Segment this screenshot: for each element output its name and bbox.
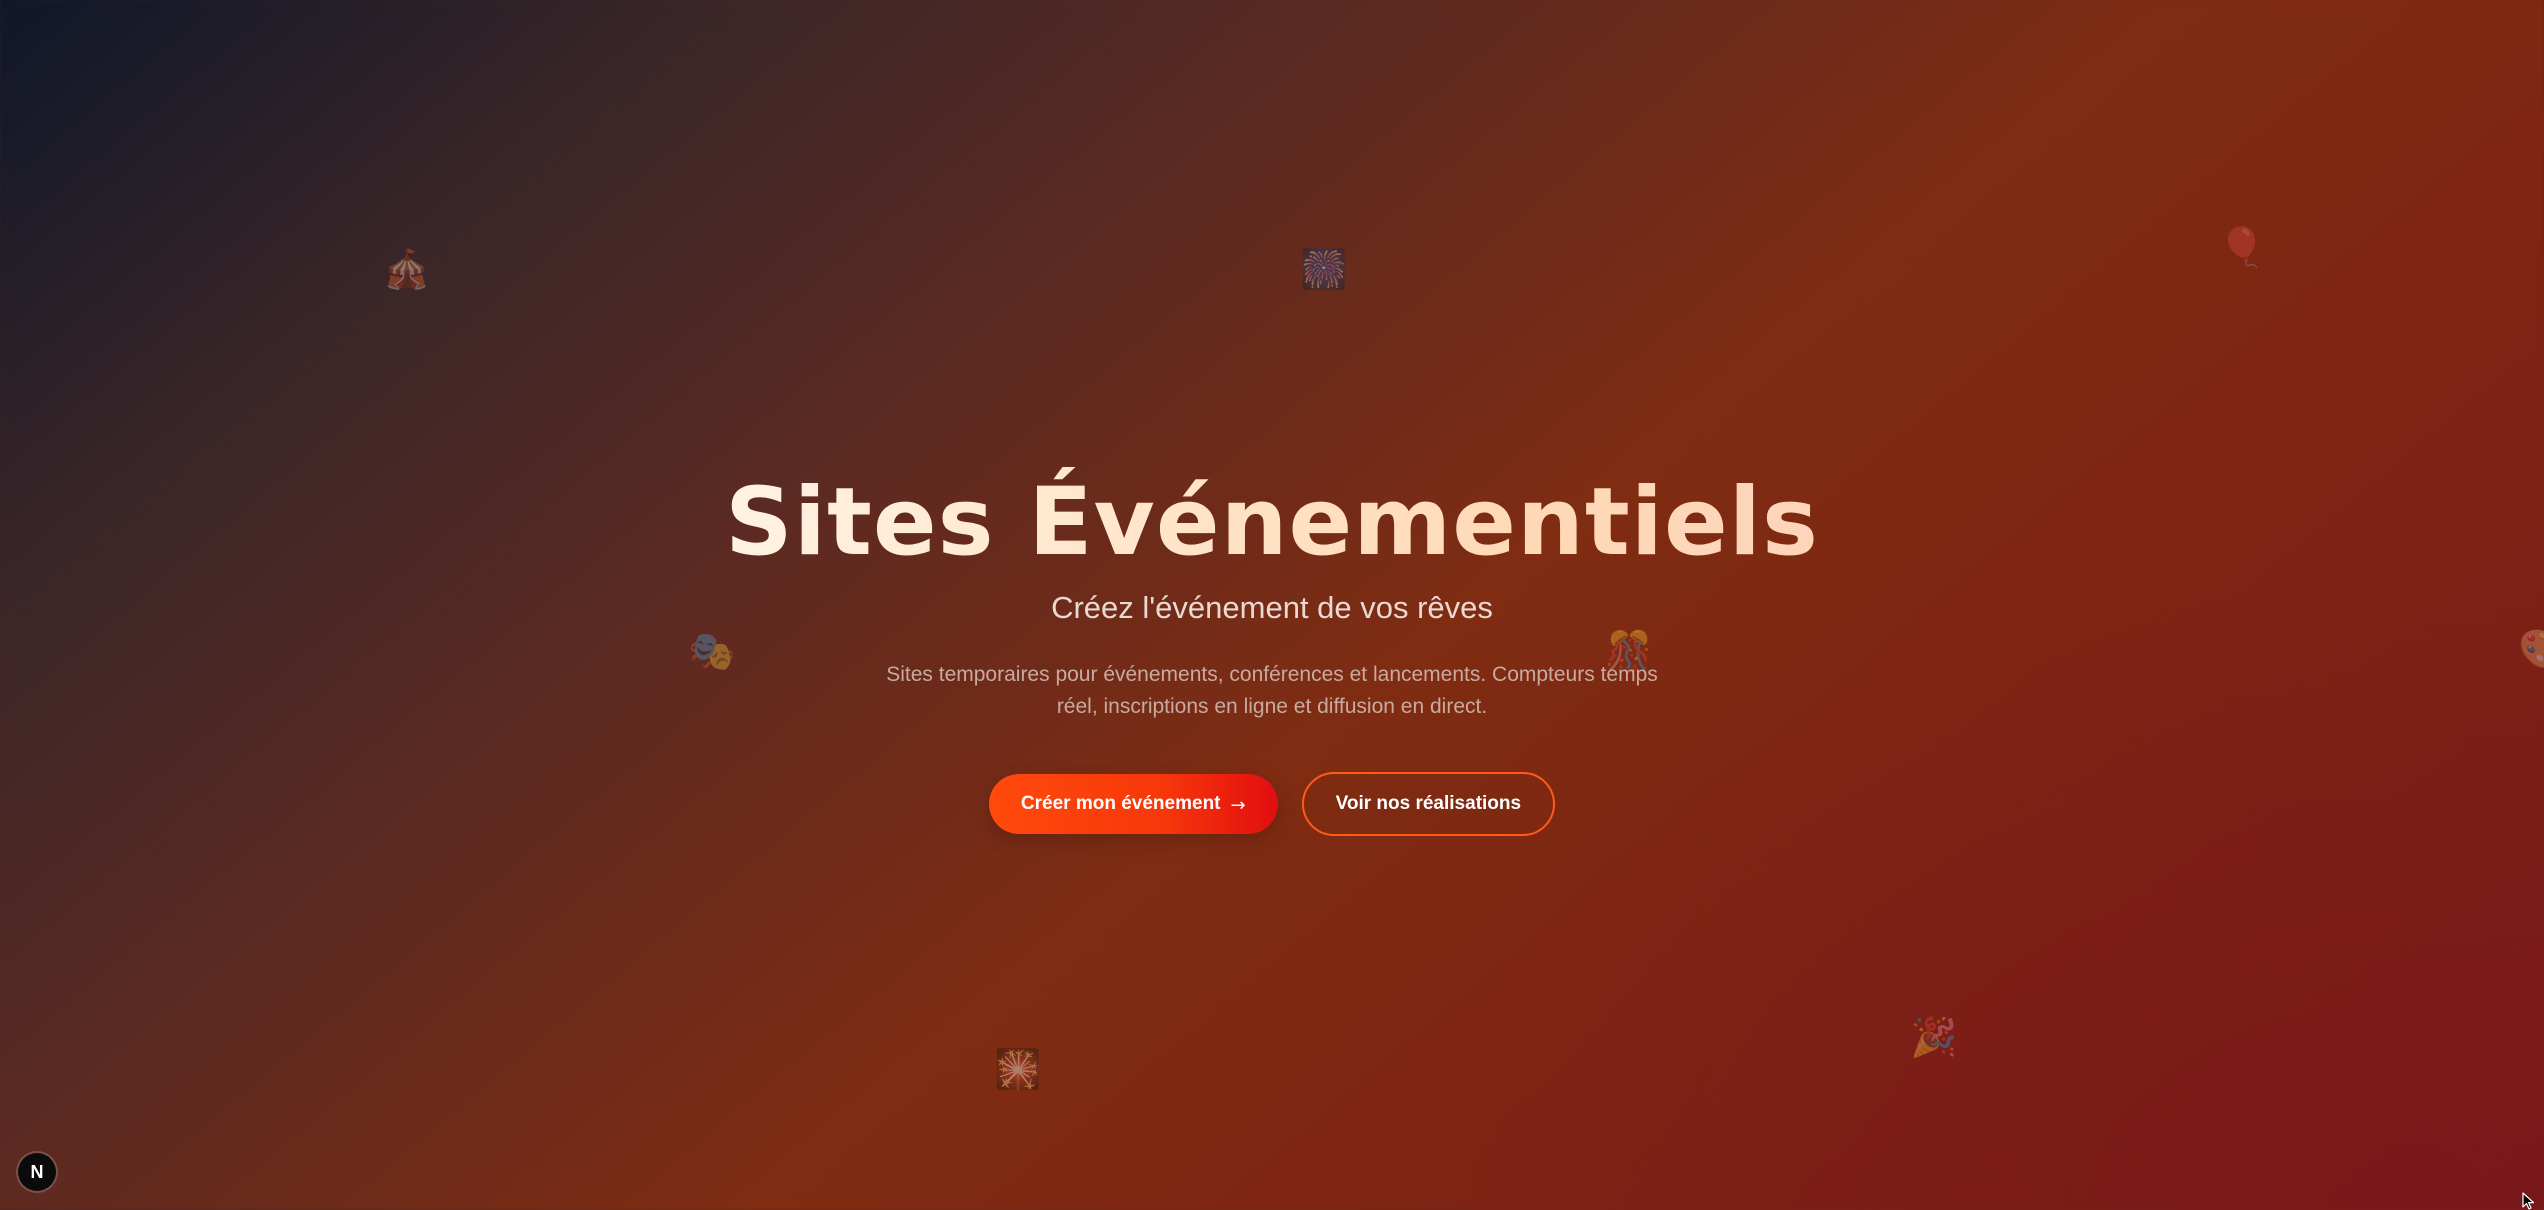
create-event-button[interactable]: Créer mon événement → [988, 774, 1278, 834]
circus-tent-icon: 🎪 [383, 247, 431, 291]
palette-icon: 🎨 [2518, 627, 2544, 671]
page-title: Sites Événementiels [0, 458, 2544, 588]
create-event-button-label: Créer mon événement [1020, 793, 1221, 814]
cta-group: Créer mon événement → Voir nos réalisati… [0, 772, 2544, 836]
hero-section: 🎪 🎆 🎈 🎭 🎊 🎨 🎇 🎉 Sites Événementiels Crée… [0, 0, 2544, 1210]
arrow-right-icon: → [1230, 794, 1246, 816]
party-popper-icon: 🎉 [1910, 1015, 1958, 1059]
mouse-cursor-icon [2522, 1192, 2535, 1210]
view-portfolio-button-label: Voir nos réalisations [1335, 793, 1522, 814]
firework-icon: 🎆 [1300, 247, 1348, 291]
balloon-icon: 🎈 [2218, 225, 2266, 269]
hero-subtitle: Créez l'événement de vos rêves [1051, 590, 1493, 625]
theater-masks-icon: 🎭 [688, 629, 736, 673]
nextjs-dev-badge[interactable]: N [18, 1153, 56, 1191]
view-portfolio-button[interactable]: Voir nos réalisations [1301, 772, 1556, 836]
sparkler-icon: 🎇 [994, 1047, 1042, 1091]
nextjs-logo-icon: N [30, 1161, 44, 1182]
hero-description: Sites temporaires pour événements, confé… [886, 663, 1658, 718]
